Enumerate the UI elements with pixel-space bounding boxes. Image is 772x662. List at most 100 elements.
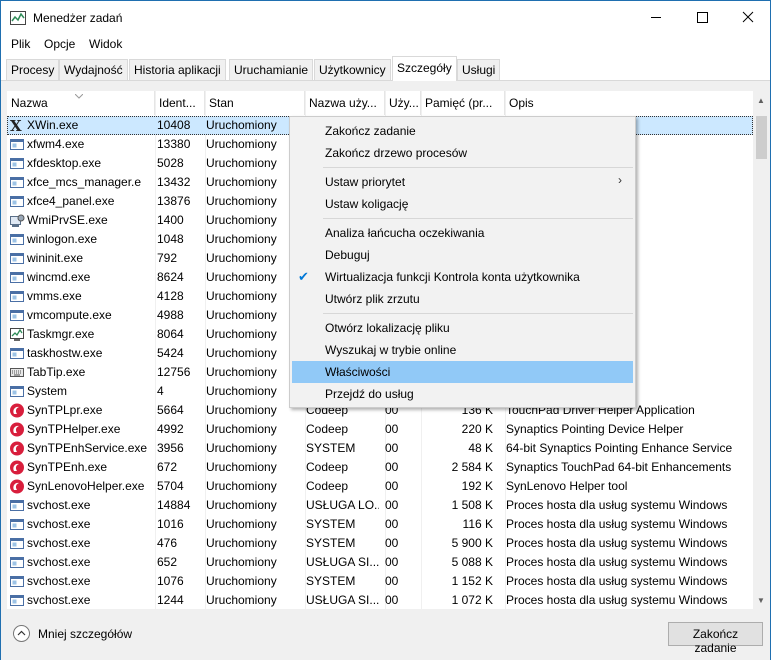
menu-separator <box>323 218 633 219</box>
table-row[interactable]: svchost.exe 652 Uruchomiony USŁUGA SI... 00 5… <box>7 553 753 572</box>
row-user: USŁUGA SI... <box>306 593 379 607</box>
row-status: Uruchomiony <box>206 251 277 265</box>
row-memory: 116 K <box>462 517 493 531</box>
context-menu-item[interactable]: Zakończ drzewo procesów <box>292 142 633 164</box>
menu-plik[interactable]: Plik <box>11 37 30 51</box>
row-memory: 5 900 K <box>451 536 493 550</box>
context-menu-item[interactable]: Zakończ zadanie <box>292 120 633 142</box>
context-menu-label: Przejdź do usług <box>325 387 414 401</box>
table-row[interactable]: SynTPHelper.exe 4992 Uruchomiony Codeep 00 22… <box>7 420 753 439</box>
chevron-up-circle-icon[interactable] <box>13 625 30 642</box>
context-menu-item[interactable]: Ustaw priorytet › <box>292 171 633 193</box>
row-pid: 13380 <box>157 137 191 151</box>
row-pid: 13432 <box>157 175 191 189</box>
row-name: WmiPrvSE.exe <box>27 213 108 227</box>
tab-strip: Procesy Wydajność Historia aplikacji Uru… <box>1 56 770 81</box>
fewer-details-link[interactable]: Mniej szczegółów <box>38 627 132 641</box>
row-status: Uruchomiony <box>206 536 277 550</box>
row-name: xfwm4.exe <box>27 137 85 151</box>
minimize-button[interactable] <box>633 1 679 34</box>
scroll-thumb[interactable] <box>756 116 767 159</box>
synaptics-icon <box>9 460 25 475</box>
row-pid: 1048 <box>157 232 184 246</box>
window-icon <box>9 574 25 589</box>
context-menu-item[interactable]: Wyszukaj w trybie online <box>292 339 633 361</box>
tab-szczegoly[interactable]: Szczegóły <box>392 56 457 81</box>
context-menu-label: Wirtualizacja funkcji Kontrola konta uży… <box>325 270 580 284</box>
table-row[interactable]: svchost.exe 1244 Uruchomiony USŁUGA SI... 00… <box>7 591 753 609</box>
tab-uzytkownicy[interactable]: Użytkownicy <box>314 59 391 80</box>
row-cpu: 00 <box>385 479 399 493</box>
tab-procesy[interactable]: Procesy <box>6 59 60 80</box>
row-status: Uruchomiony <box>206 555 277 569</box>
table-row[interactable]: svchost.exe 476 Uruchomiony SYSTEM 00 5 900 K… <box>7 534 753 553</box>
close-button[interactable] <box>725 1 771 34</box>
table-row[interactable]: SynTPEnh.exe 672 Uruchomiony Codeep 00 2 584 … <box>7 458 753 477</box>
row-status: Uruchomiony <box>206 479 277 493</box>
row-status: Uruchomiony <box>206 460 277 474</box>
row-status: Uruchomiony <box>206 574 277 588</box>
row-user: USŁUGA SI... <box>306 555 379 569</box>
context-menu-label: Ustaw koligację <box>325 197 409 211</box>
row-status: Uruchomiony <box>206 137 277 151</box>
row-description: Proces hosta dla usług systemu Windows <box>506 536 728 550</box>
window-icon <box>9 346 25 361</box>
scroll-down-icon[interactable]: ▼ <box>757 596 765 605</box>
table-row[interactable]: SynTPEnhService.exe 3956 Uruchomiony SYSTEM… <box>7 439 753 458</box>
context-menu-item[interactable]: ✔ Wirtualizacja funkcji Kontrola konta uż… <box>292 266 633 288</box>
row-name: winlogon.exe <box>27 232 98 246</box>
row-memory: 1 152 K <box>451 574 493 588</box>
row-name: xfce4_panel.exe <box>27 194 115 208</box>
table-row[interactable]: SynLenovoHelper.exe 5704 Uruchomiony Codeep… <box>7 477 753 496</box>
tab-historia-aplikacji[interactable]: Historia aplikacji <box>129 59 226 80</box>
row-pid: 5028 <box>157 156 184 170</box>
context-menu-label: Ustaw priorytet <box>325 175 406 189</box>
row-pid: 4128 <box>157 289 184 303</box>
row-user: SYSTEM <box>306 517 356 531</box>
context-menu-item[interactable]: Utwórz plik zrzutu <box>292 288 633 310</box>
row-user: SYSTEM <box>306 441 356 455</box>
menu-opcje[interactable]: Opcje <box>44 37 75 51</box>
row-name: SynTPHelper.exe <box>27 422 121 436</box>
row-description: Proces hosta dla usług systemu Windows <box>506 555 728 569</box>
tab-wydajnosc[interactable]: Wydajność <box>59 59 128 80</box>
column-header-status[interactable]: Stan <box>205 91 305 115</box>
row-description: Proces hosta dla usług systemu Windows <box>506 574 728 588</box>
row-name: System <box>27 384 68 398</box>
column-header-cpu[interactable]: Uży... <box>385 91 421 115</box>
column-header-memory[interactable]: Pamięć (pr... <box>421 91 505 115</box>
column-header-user[interactable]: Nazwa uży... <box>305 91 385 115</box>
context-menu-item[interactable]: Przejdź do usług <box>292 383 633 405</box>
context-menu-item[interactable]: Analiza łańcucha oczekiwania <box>292 222 633 244</box>
table-row[interactable]: svchost.exe 1016 Uruchomiony SYSTEM 00 116 K P… <box>7 515 753 534</box>
context-menu-item[interactable]: Debuguj <box>292 244 633 266</box>
context-menu-item[interactable]: Otwórz lokalizację pliku <box>292 317 633 339</box>
table-row[interactable]: svchost.exe 1076 Uruchomiony SYSTEM 00 1 152 … <box>7 572 753 591</box>
vertical-scrollbar[interactable]: ▲ ▼ <box>753 91 770 609</box>
maximize-button[interactable] <box>679 1 725 34</box>
row-name: XWin.exe <box>27 118 79 132</box>
row-cpu: 00 <box>385 593 399 607</box>
window-icon <box>9 498 25 513</box>
column-header-pid[interactable]: Ident... <box>155 91 205 115</box>
title-bar[interactable]: Menedżer zadań <box>1 1 770 34</box>
row-name: svchost.exe <box>27 593 91 607</box>
end-task-button[interactable]: Zakończ zadanie <box>668 622 763 655</box>
column-header-description[interactable]: Opis <box>505 91 753 115</box>
row-status: Uruchomiony <box>206 308 277 322</box>
row-status: Uruchomiony <box>206 270 277 284</box>
scroll-up-icon[interactable]: ▲ <box>757 96 765 105</box>
row-name: SynTPLpr.exe <box>27 403 103 417</box>
row-description: Proces hosta dla usług systemu Windows <box>506 593 728 607</box>
taskmgr-icon <box>9 327 25 342</box>
tab-uslugi[interactable]: Usługi <box>457 59 501 80</box>
tab-uruchamianie[interactable]: Uruchamianie <box>229 59 314 80</box>
menu-widok[interactable]: Widok <box>89 37 122 51</box>
menu-bar: Plik Opcje Widok <box>1 34 770 56</box>
table-row[interactable]: svchost.exe 14884 Uruchomiony USŁUGA LO... 0… <box>7 496 753 515</box>
column-header-name[interactable]: Nazwa <box>7 91 155 115</box>
context-menu-label: Analiza łańcucha oczekiwania <box>325 226 485 240</box>
context-menu-item[interactable]: Właściwości <box>292 361 633 383</box>
row-pid: 12756 <box>157 365 191 379</box>
context-menu-item[interactable]: Ustaw koligację <box>292 193 633 215</box>
